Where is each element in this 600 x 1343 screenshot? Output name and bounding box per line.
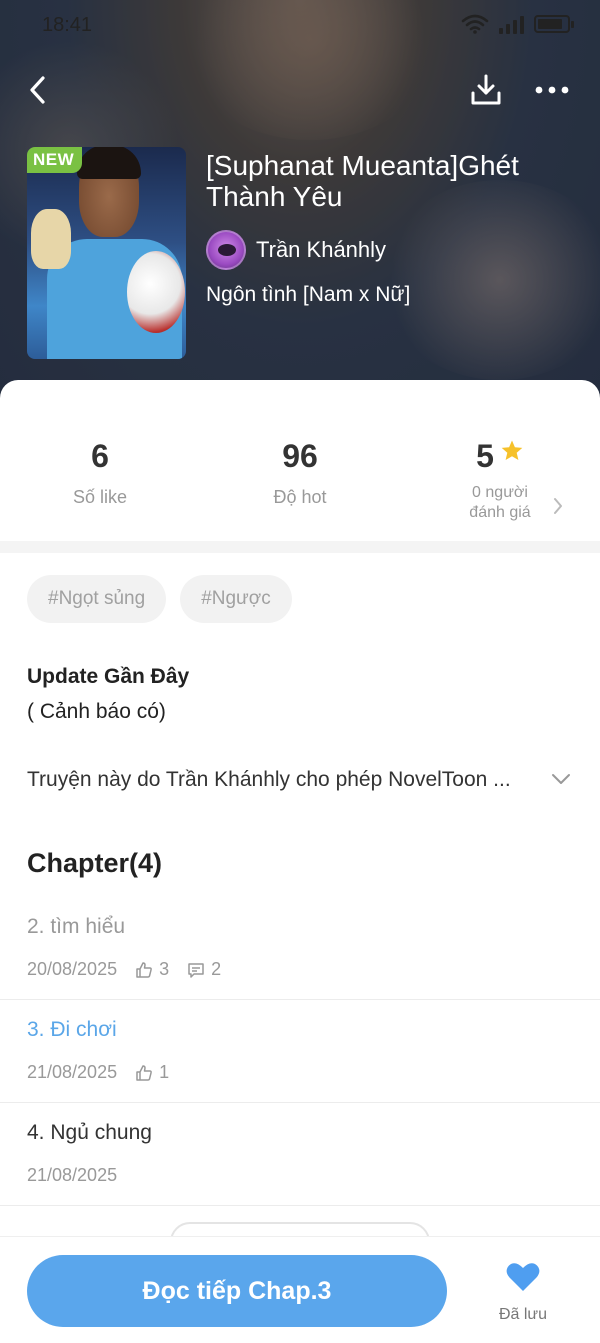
saved-button[interactable]: Đã lưu [490,1261,556,1324]
back-button[interactable] [18,70,58,110]
tag-list: #Ngọt sủng #Ngược [27,575,292,623]
author-name[interactable]: Trần Khánhly [256,237,386,263]
rating-count-label: 0 người [472,484,528,501]
new-badge: NEW [27,147,83,173]
book-title: [Suphanat Mueanta]Ghét Thành Yêu [206,150,519,212]
chapter-meta: 21/08/2025 [27,1165,117,1186]
stats-row: 6 Số like 96 Độ hot 5 0 người đánh giá [0,380,600,540]
hot-label: Độ hot [273,487,327,507]
chapter-list-header: Chapter(4) [27,848,163,878]
chevron-right-icon[interactable] [552,496,564,516]
chapter-like-count: 3 [159,959,170,979]
chapter-date: 21/08/2025 [27,1062,118,1082]
chapter-like-count: 1 [159,1062,170,1082]
chapter-comment-count: 2 [211,959,222,979]
likes-count: 6 [91,438,109,474]
heart-icon [506,1263,540,1291]
chapter-title: 4. Ngủ chung [27,1121,152,1144]
thumbs-up-icon [136,961,152,978]
status-icons [461,14,574,34]
chevron-down-icon[interactable] [550,772,572,786]
back-arrow-icon [30,76,45,104]
battery-icon [534,15,574,33]
continue-reading-button[interactable]: Đọc tiếp Chap.3 [27,1255,447,1327]
comment-icon [188,962,204,978]
status-time: 18:41 [42,14,93,36]
update-title: Update Gần Đây [27,665,190,688]
thumbs-up-icon [136,1064,152,1081]
star-icon [501,440,523,460]
bottom-action-bar: Đọc tiếp Chap.3 Đã lưu [0,1236,600,1343]
author-row[interactable]: Trần Khánhly [206,230,386,270]
chapter-title: 3. Đi chơi [27,1018,117,1041]
chapter-item[interactable]: 2. tìm hiểu 20/08/2025 3 2 [0,897,600,1000]
book-cover: NEW [27,147,186,359]
download-icon [471,74,501,105]
status-bar: 18:41 [0,0,600,54]
chapter-meta: 21/08/2025 1 [27,1062,169,1083]
tag-chip[interactable]: #Ngọt sủng [27,575,167,623]
rating-value: 5 [476,438,494,474]
section-divider [0,541,600,553]
stat-likes: 6 Số like [0,438,200,508]
signal-icon [499,14,524,34]
book-genre: Ngôn tình [Nam x Nữ] [206,283,411,306]
stat-rating[interactable]: 5 0 người đánh giá [400,438,600,523]
tag-chip[interactable]: #Ngược [180,575,292,623]
saved-label: Đã lưu [498,1306,548,1323]
author-avatar[interactable] [206,230,246,270]
chapter-item[interactable]: 3. Đi chơi 21/08/2025 1 [0,1000,600,1103]
hot-count: 96 [282,438,318,474]
chapter-title: 2. tìm hiểu [27,915,126,938]
chapter-date: 21/08/2025 [27,1165,118,1185]
chapter-meta: 20/08/2025 3 2 [27,959,221,980]
more-button[interactable] [532,70,572,110]
chapter-date: 20/08/2025 [27,959,118,979]
wifi-icon [461,14,489,34]
chapter-item[interactable]: 4. Ngủ chung 21/08/2025 [0,1103,600,1206]
rating-value-row: 5 [400,438,600,475]
stat-hot: 96 Độ hot [200,438,400,508]
description-text[interactable]: Truyện này do Trần Khánhly cho phép Nove… [27,768,552,792]
rating-label: đánh giá [469,504,531,521]
update-subtitle: ( Cảnh báo có) [27,700,166,723]
download-button[interactable] [466,70,506,110]
likes-label: Số like [72,487,128,507]
more-icon [535,86,569,94]
